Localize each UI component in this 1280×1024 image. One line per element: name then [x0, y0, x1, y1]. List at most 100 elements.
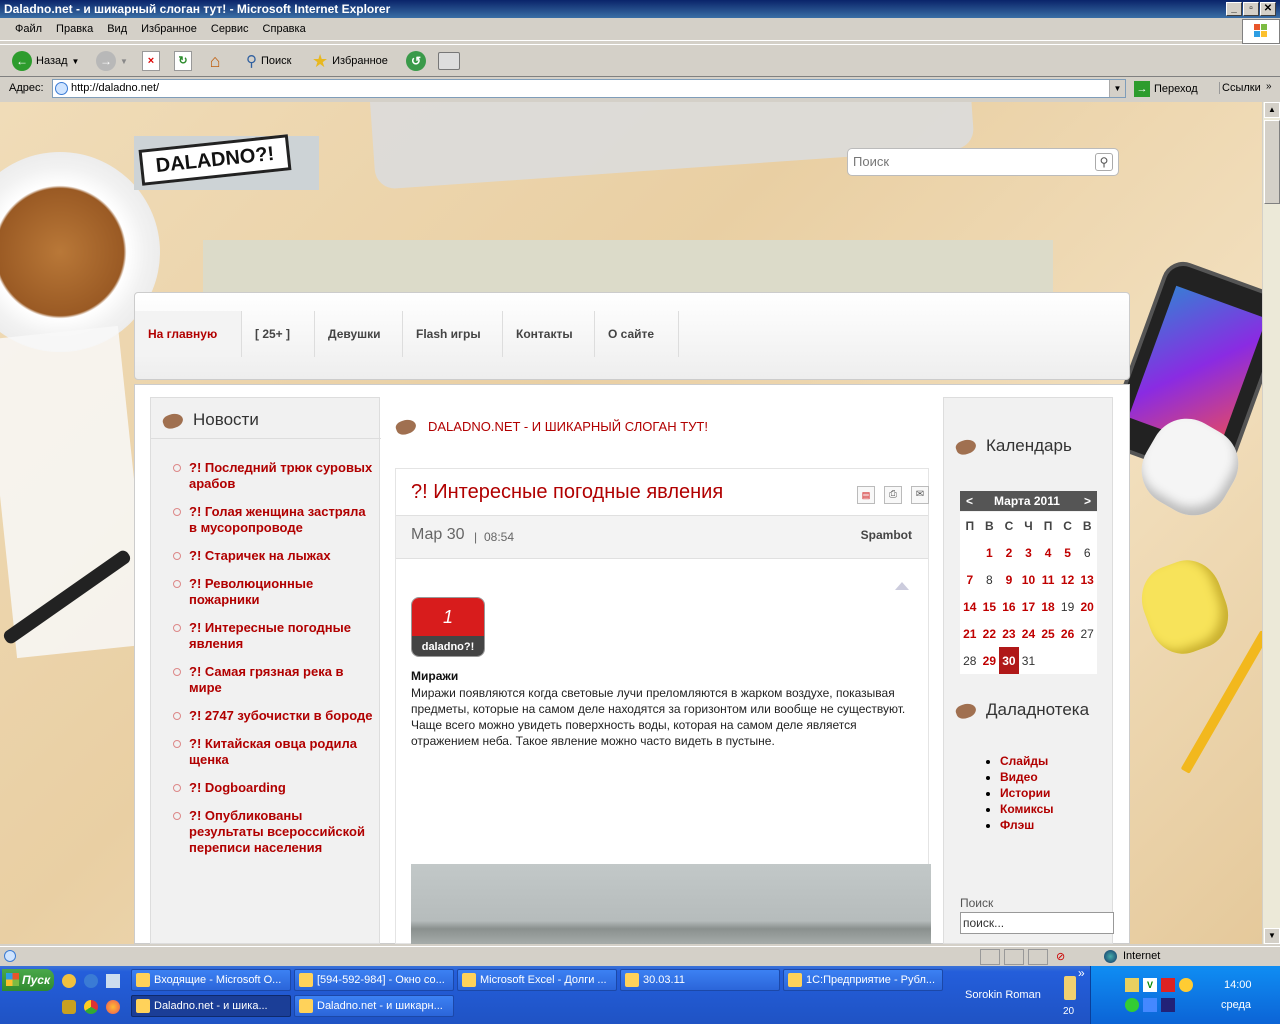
calendar-day[interactable]: 21 — [960, 620, 980, 647]
site-search-box[interactable]: Поиск ⚲ — [847, 148, 1119, 176]
calendar-day[interactable]: 1 — [980, 539, 1000, 566]
news-item[interactable]: ?! Голая женщина застряла в мусоропровод… — [163, 504, 373, 536]
quicklaunch-icon[interactable] — [62, 1000, 76, 1014]
collapse-icon[interactable] — [895, 582, 909, 590]
calendar-day[interactable]: 15 — [980, 593, 1000, 620]
task-excel[interactable]: Microsoft Excel - Долги ... — [457, 969, 617, 991]
task-1c[interactable]: 1С:Предприятие - Рубл... — [783, 969, 943, 991]
nav-about[interactable]: О сайте — [595, 311, 679, 357]
go-button[interactable]: → Переход — [1134, 79, 1198, 98]
news-link[interactable]: ?! 2747 зубочистки в бороде — [189, 708, 372, 723]
start-button[interactable]: Пуск — [2, 969, 54, 991]
calendar-day[interactable]: 2 — [999, 539, 1019, 566]
news-link[interactable]: ?! Революционные пожарники — [189, 576, 313, 607]
nav-girls[interactable]: Девушки — [315, 311, 403, 357]
page-scrollbar[interactable]: ▲ ▼ — [1262, 102, 1280, 944]
nav-25plus[interactable]: [ 25+ ] — [242, 311, 315, 357]
calendar-day[interactable]: 17 — [1019, 593, 1039, 620]
menu-edit[interactable]: Правка — [49, 19, 100, 35]
tray-icon[interactable] — [1125, 978, 1139, 992]
menu-help[interactable]: Справка — [256, 19, 313, 35]
forward-button[interactable]: → ▼ — [96, 49, 128, 73]
task-outlook[interactable]: Входящие - Microsoft O... — [131, 969, 291, 991]
calendar-day[interactable]: 22 — [980, 620, 1000, 647]
calendar-day[interactable]: 26 — [1058, 620, 1078, 647]
quicklaunch-icon[interactable] — [106, 974, 120, 988]
menu-favorites[interactable]: Избранное — [134, 19, 204, 35]
nav-home[interactable]: На главную — [135, 311, 242, 357]
quicklaunch-icon[interactable] — [62, 974, 76, 988]
news-link[interactable]: ?! Dogboarding — [189, 780, 286, 795]
calendar-day[interactable]: 29 — [980, 647, 1000, 674]
news-link[interactable]: ?! Голая женщина застряла в мусоропровод… — [189, 504, 366, 535]
search-icon[interactable]: ⚲ — [1095, 153, 1113, 171]
email-icon[interactable]: ✉ — [911, 486, 929, 504]
news-item[interactable]: ?! Китайская овца родила щенка — [163, 736, 373, 768]
calendar-day[interactable]: 7 — [960, 566, 980, 593]
calendar-day[interactable]: 23 — [999, 620, 1019, 647]
library-link[interactable]: Комиксы — [1000, 802, 1054, 816]
calendar-day[interactable]: 24 — [1019, 620, 1039, 647]
library-link[interactable]: Слайды — [1000, 754, 1048, 768]
news-link[interactable]: ?! Интересные погодные явления — [189, 620, 351, 651]
news-item[interactable]: ?! Революционные пожарники — [163, 576, 373, 608]
menu-tools[interactable]: Сервис — [204, 19, 256, 35]
news-link[interactable]: ?! Опубликованы результаты всероссийской… — [189, 808, 365, 855]
chrome-icon[interactable] — [84, 1000, 98, 1014]
calendar-day[interactable]: 9 — [999, 566, 1019, 593]
nav-flash-games[interactable]: Flash игры — [403, 311, 503, 357]
address-input[interactable]: http://daladno.net/ ▼ — [52, 79, 1126, 98]
news-item[interactable]: ?! 2747 зубочистки в бороде — [163, 708, 373, 724]
nav-contacts[interactable]: Контакты — [503, 311, 595, 357]
maximize-button[interactable]: ▫ — [1243, 2, 1259, 16]
tray-icon[interactable] — [1179, 978, 1193, 992]
stop-button[interactable]: × — [142, 49, 160, 73]
calendar-day[interactable]: 5 — [1058, 539, 1078, 566]
news-link[interactable]: ?! Самая грязная река в мире — [189, 664, 344, 695]
news-item[interactable]: ?! Опубликованы результаты всероссийской… — [163, 808, 373, 856]
task-chat-window[interactable]: [594-592-984] - Окно со... — [294, 969, 454, 991]
library-link[interactable]: Видео — [1000, 770, 1038, 784]
clock-time[interactable]: 14:00 — [1224, 979, 1252, 991]
scroll-thumb[interactable] — [1264, 120, 1280, 204]
links-button[interactable]: Ссылки — [1219, 82, 1261, 94]
home-button[interactable]: ⌂ — [204, 49, 226, 73]
tray-icon[interactable] — [1143, 998, 1157, 1012]
minimize-button[interactable]: _ — [1226, 2, 1242, 16]
calendar-day[interactable]: 16 — [999, 593, 1019, 620]
calendar-day[interactable]: 14 — [960, 593, 980, 620]
news-item[interactable]: ?! Dogboarding — [163, 780, 373, 796]
tray-icon[interactable] — [1161, 978, 1175, 992]
calendar-day[interactable]: 18 — [1038, 593, 1058, 620]
calendar-day[interactable]: 20 — [1077, 593, 1097, 620]
task-ie-daladno-1[interactable]: Daladno.net - и шика... — [131, 995, 291, 1017]
chevron-right-icon[interactable]: » — [1078, 966, 1085, 980]
calendar-day[interactable]: 4 — [1038, 539, 1058, 566]
calendar-day[interactable]: 13 — [1077, 566, 1097, 593]
site-logo[interactable]: DALADNO?! — [134, 134, 319, 190]
refresh-button[interactable]: ↻ — [174, 49, 192, 73]
calendar-day[interactable]: 11 — [1038, 566, 1058, 593]
address-dropdown-icon[interactable]: ▼ — [1109, 80, 1125, 97]
calendar-prev[interactable]: < — [966, 494, 973, 508]
article-author[interactable]: Spambot — [861, 528, 912, 542]
news-link[interactable]: ?! Старичек на лыжах — [189, 548, 331, 563]
library-link[interactable]: Истории — [1000, 786, 1050, 800]
calendar-day[interactable]: 10 — [1019, 566, 1039, 593]
news-item[interactable]: ?! Самая грязная река в мире — [163, 664, 373, 696]
menu-view[interactable]: Вид — [100, 19, 134, 35]
calendar-day[interactable]: 12 — [1058, 566, 1078, 593]
news-item[interactable]: ?! Старичек на лыжах — [163, 548, 373, 564]
side-search-input[interactable]: поиск... — [960, 912, 1114, 934]
calendar-day[interactable]: 3 — [1019, 539, 1039, 566]
calendar-next[interactable]: > — [1084, 494, 1091, 508]
pdf-icon[interactable]: ▤ — [857, 486, 875, 504]
scroll-down-icon[interactable]: ▼ — [1264, 928, 1280, 944]
library-link[interactable]: Флэш — [1000, 818, 1034, 832]
close-button[interactable]: ✕ — [1260, 2, 1276, 16]
menu-file[interactable]: Файл — [8, 19, 49, 35]
news-item[interactable]: ?! Интересные погодные явления — [163, 620, 373, 652]
print-button[interactable] — [438, 49, 460, 73]
favorites-button[interactable]: ★ Избранное — [312, 49, 388, 73]
article-title[interactable]: ?! Интересные погодные явления — [411, 481, 723, 504]
